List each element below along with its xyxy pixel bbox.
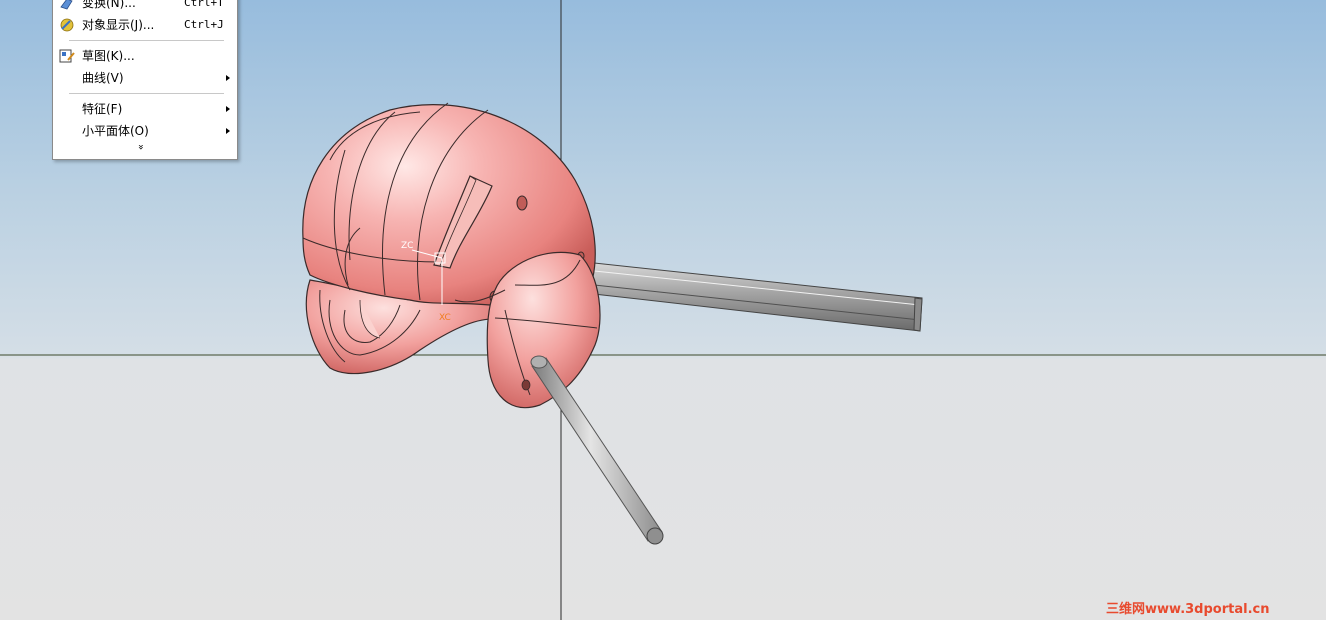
watermark-text: 三维网www.3dportal.cn (1106, 602, 1270, 617)
menu-separator (69, 40, 224, 41)
menu-separator (69, 93, 224, 94)
wcs-xc-label: XC (439, 313, 451, 323)
object-display-icon (60, 18, 74, 32)
menu-item-object-display[interactable]: 对象显示(J)... Ctrl+J (53, 15, 237, 35)
menu-item-facet-body[interactable]: 小平面体(O) (53, 121, 237, 141)
wcs-zc-label: ZC (401, 241, 413, 251)
transform-icon (60, 0, 73, 10)
menu-item-transform[interactable]: 变换(N)... Ctrl+T (53, 0, 237, 13)
submenu-arrow-icon (226, 128, 230, 134)
menu-item-feature[interactable]: 特征(F) (53, 99, 237, 119)
round-rod[interactable] (530, 355, 664, 545)
graphics-viewport[interactable]: ZC XC 变换(N)... Ctrl+T 对象显示(J)... Ctrl+J (0, 0, 1326, 620)
sketch-icon (59, 49, 75, 63)
expand-menu-chevron-icon[interactable]: » (135, 144, 146, 150)
context-menu: 变换(N)... Ctrl+T 对象显示(J)... Ctrl+J 草图(K).… (52, 0, 238, 160)
submenu-arrow-icon (226, 106, 230, 112)
menu-item-sketch[interactable]: 草图(K)... (53, 46, 237, 66)
rectangular-bar[interactable] (584, 261, 923, 332)
menu-item-curve[interactable]: 曲线(V) (53, 68, 237, 88)
submenu-arrow-icon (226, 75, 230, 81)
